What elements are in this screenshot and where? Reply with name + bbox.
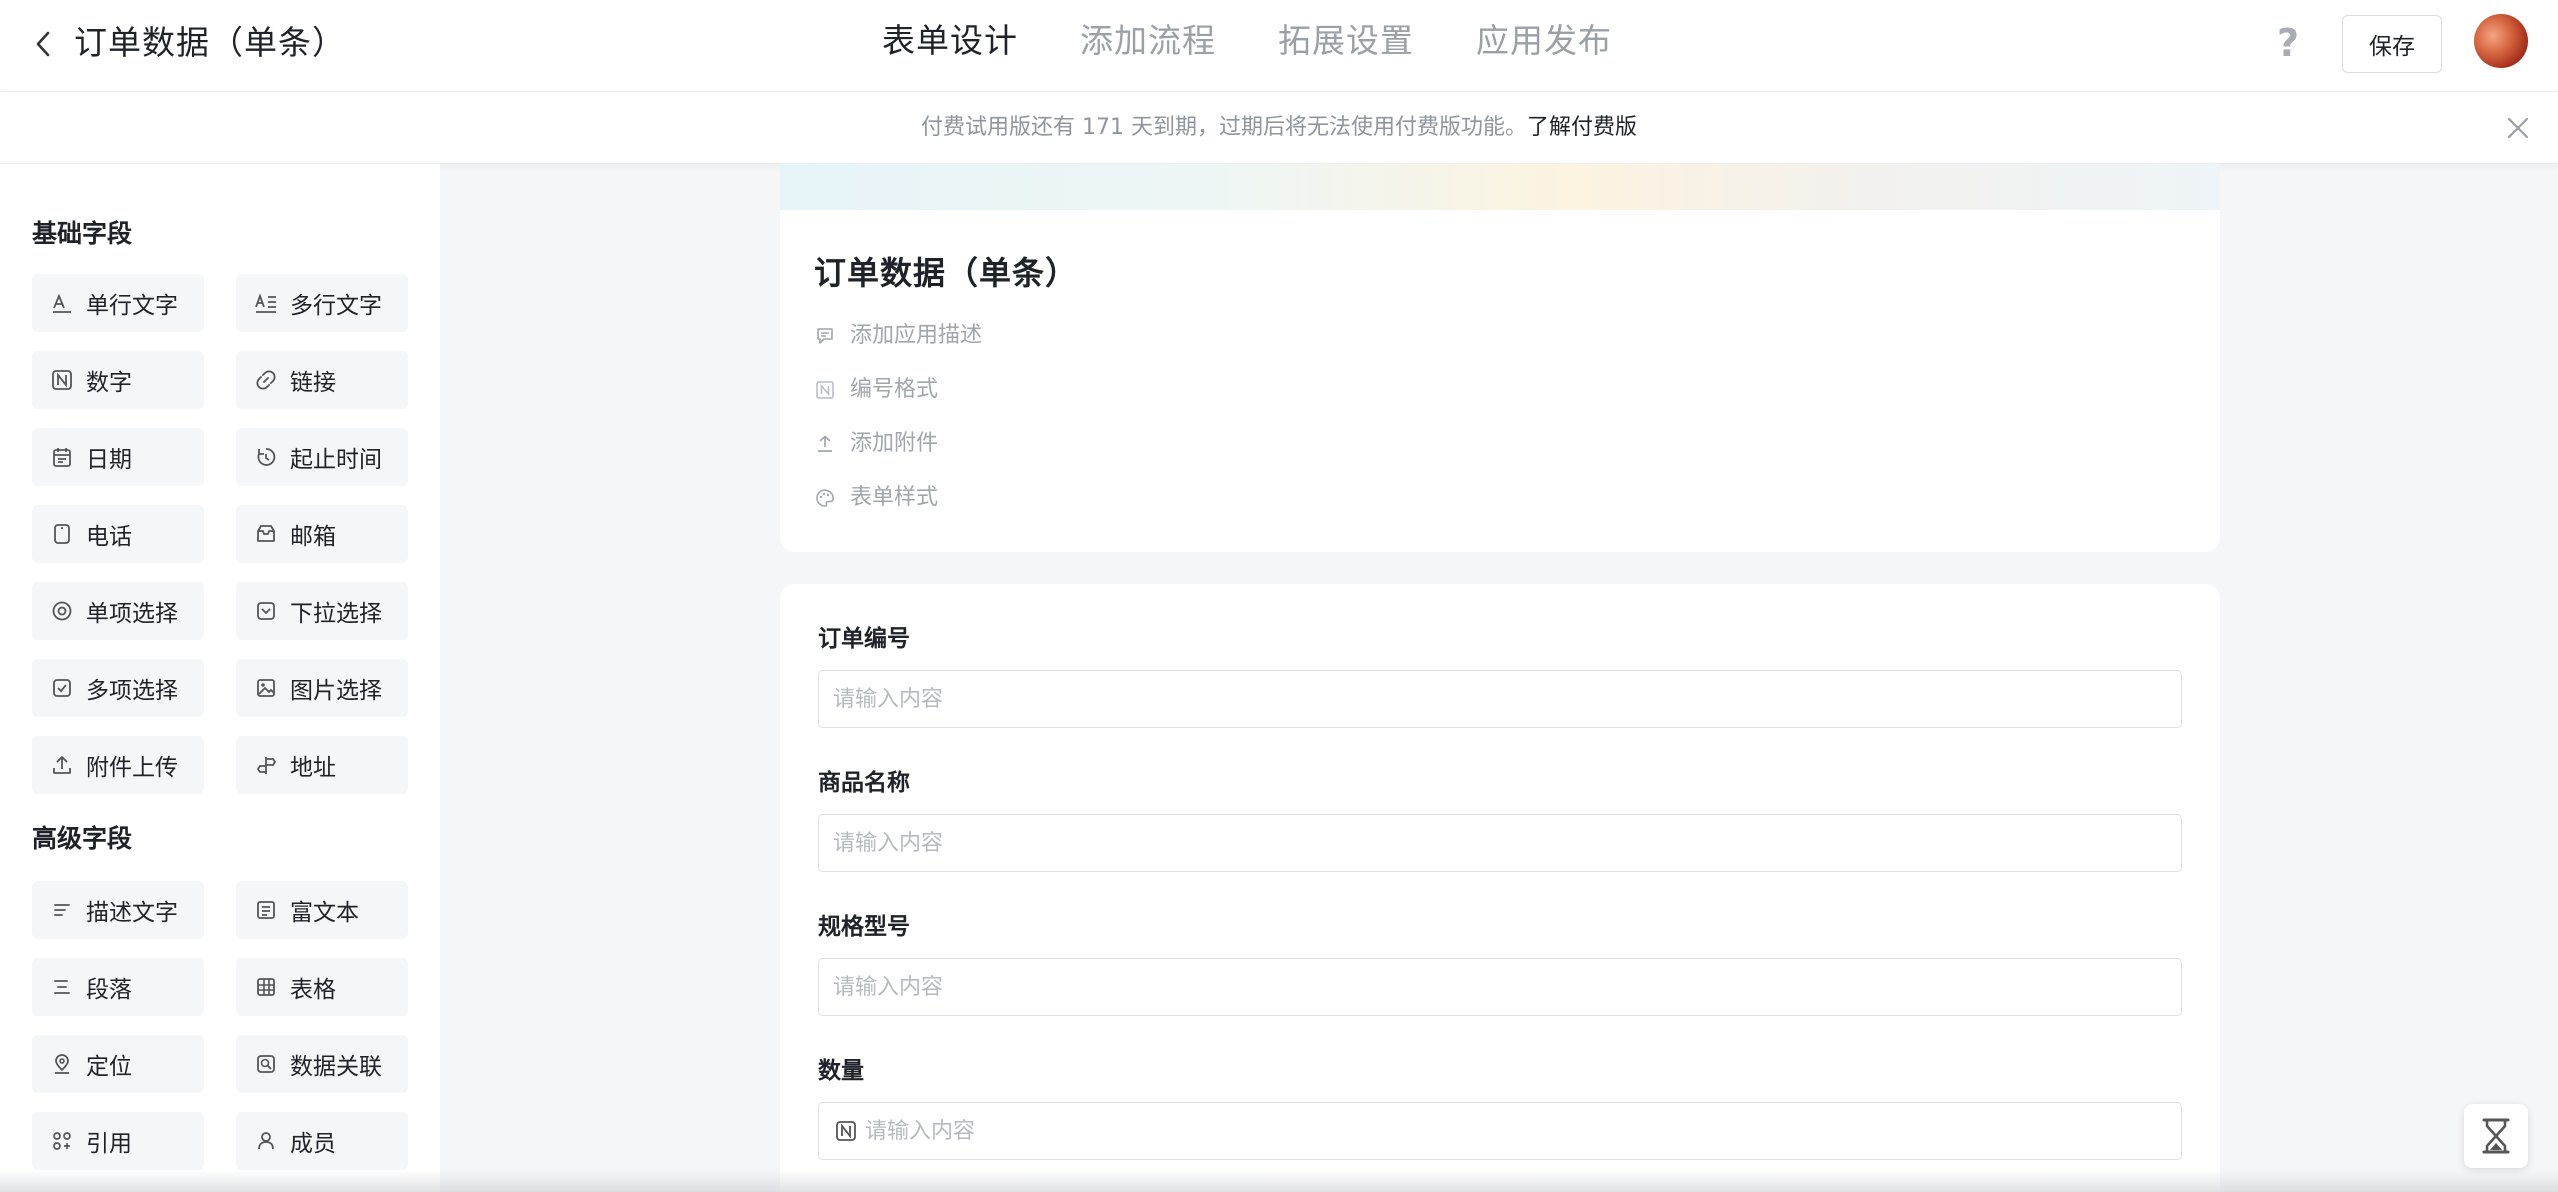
- hourglass-icon: [2482, 1118, 2510, 1154]
- field-label-quantity: 数量: [818, 1058, 864, 1084]
- location-icon: [50, 1052, 74, 1076]
- field-multi-choice[interactable]: 多项选择: [32, 659, 204, 717]
- advanced-fields-heading: 高级字段: [32, 824, 133, 853]
- field-dropdown[interactable]: 下拉选择: [236, 582, 408, 640]
- tab-add-workflow[interactable]: 添加流程: [1080, 18, 1216, 92]
- avatar[interactable]: [2474, 14, 2528, 68]
- calendar-icon: [50, 445, 74, 469]
- number-format-button[interactable]: 编号格式: [814, 374, 938, 406]
- app-title: 订单数据（单条）: [74, 23, 346, 62]
- pricing-link[interactable]: 了解付费版: [1527, 115, 1637, 140]
- field-palette-sidebar: 基础字段 单行文字 多行文字 数字 链接 日期 起止时间 电话 邮箱 单项选择 …: [0, 164, 440, 1192]
- comment-icon: [814, 325, 836, 347]
- quantity-input[interactable]: [818, 1102, 2182, 1160]
- spec-model-input[interactable]: [818, 958, 2182, 1016]
- form-header-card: 订单数据（单条） 添加应用描述 编号格式 添加附件 表单样式: [780, 164, 2220, 552]
- form-title[interactable]: 订单数据（单条）: [814, 250, 1078, 296]
- member-icon: [254, 1129, 278, 1153]
- field-table[interactable]: 表格: [236, 958, 408, 1016]
- back-button[interactable]: [28, 26, 58, 62]
- checkbox-icon: [50, 676, 74, 700]
- tab-extension-settings[interactable]: 拓展设置: [1278, 18, 1414, 92]
- basic-fields-heading: 基础字段: [32, 219, 133, 248]
- form-banner: [780, 164, 2220, 210]
- field-rich-text[interactable]: 富文本: [236, 881, 408, 939]
- phone-icon: [50, 522, 74, 546]
- upload-icon: [814, 433, 836, 455]
- time-range-icon: [254, 445, 278, 469]
- field-mail[interactable]: 邮箱: [236, 505, 408, 563]
- field-paragraph[interactable]: 段落: [32, 958, 204, 1016]
- close-icon: [2507, 117, 2529, 139]
- reference-icon: [50, 1129, 74, 1153]
- rich-text-icon: [254, 898, 278, 922]
- product-name-input[interactable]: [818, 814, 2182, 872]
- chevron-left-icon: [36, 31, 50, 57]
- save-button[interactable]: 保存: [2342, 15, 2442, 73]
- add-attachment-button[interactable]: 添加附件: [814, 428, 938, 460]
- field-single-line-text[interactable]: 单行文字: [32, 274, 204, 332]
- field-time-range[interactable]: 起止时间: [236, 428, 408, 486]
- field-location[interactable]: 定位: [32, 1035, 204, 1093]
- field-description[interactable]: 描述文字: [32, 881, 204, 939]
- description-icon: [50, 898, 74, 922]
- field-phone[interactable]: 电话: [32, 505, 204, 563]
- field-member[interactable]: 成员: [236, 1112, 408, 1170]
- palette-icon: [814, 487, 836, 509]
- image-icon: [254, 676, 278, 700]
- notice-text: 付费试用版还有 171 天到期，过期后将无法使用付费版功能。: [921, 115, 1527, 140]
- form-fields-card: 订单编号 商品名称 规格型号 数量: [780, 584, 2220, 1192]
- field-multi-line-text[interactable]: 多行文字: [236, 274, 408, 332]
- paragraph-icon: [50, 975, 74, 999]
- field-number[interactable]: 数字: [32, 351, 204, 409]
- top-header: 订单数据（单条） 表单设计 添加流程 拓展设置 应用发布 ? 保存: [0, 0, 2558, 118]
- tab-app-publish[interactable]: 应用发布: [1476, 18, 1612, 92]
- field-label-spec-model: 规格型号: [818, 914, 910, 940]
- upload-icon: [50, 753, 74, 777]
- question-mark-icon[interactable]: ?: [2270, 20, 2306, 66]
- tab-bar: 表单设计 添加流程 拓展设置 应用发布: [882, 18, 1674, 118]
- field-image-choice[interactable]: 图片选择: [236, 659, 408, 717]
- field-single-choice[interactable]: 单项选择: [32, 582, 204, 640]
- single-line-text-icon: [50, 291, 74, 315]
- field-address[interactable]: 地址: [236, 736, 408, 794]
- link-icon: [254, 368, 278, 392]
- field-label-order-number: 订单编号: [818, 626, 910, 652]
- data-link-icon: [254, 1052, 278, 1076]
- field-date[interactable]: 日期: [32, 428, 204, 486]
- radio-icon: [50, 599, 74, 623]
- field-data-link[interactable]: 数据关联: [236, 1035, 408, 1093]
- form-style-button[interactable]: 表单样式: [814, 482, 938, 514]
- number-format-icon: [814, 379, 836, 401]
- address-icon: [254, 753, 278, 777]
- dropdown-icon: [254, 599, 278, 623]
- order-number-input[interactable]: [818, 670, 2182, 728]
- close-notice-button[interactable]: [2504, 114, 2532, 142]
- field-reference[interactable]: 引用: [32, 1112, 204, 1170]
- multi-line-text-icon: [254, 291, 278, 315]
- hourglass-button[interactable]: [2464, 1104, 2528, 1168]
- table-icon: [254, 975, 278, 999]
- number-icon: [50, 368, 74, 392]
- number-icon: [834, 1119, 858, 1143]
- add-description-button[interactable]: 添加应用描述: [814, 320, 982, 352]
- field-attachment[interactable]: 附件上传: [32, 736, 204, 794]
- trial-notice-bar: 付费试用版还有 171 天到期，过期后将无法使用付费版功能。了解付费版: [0, 92, 2558, 164]
- mail-icon: [254, 522, 278, 546]
- field-label-product-name: 商品名称: [818, 770, 910, 796]
- tab-form-design[interactable]: 表单设计: [882, 18, 1018, 118]
- field-link[interactable]: 链接: [236, 351, 408, 409]
